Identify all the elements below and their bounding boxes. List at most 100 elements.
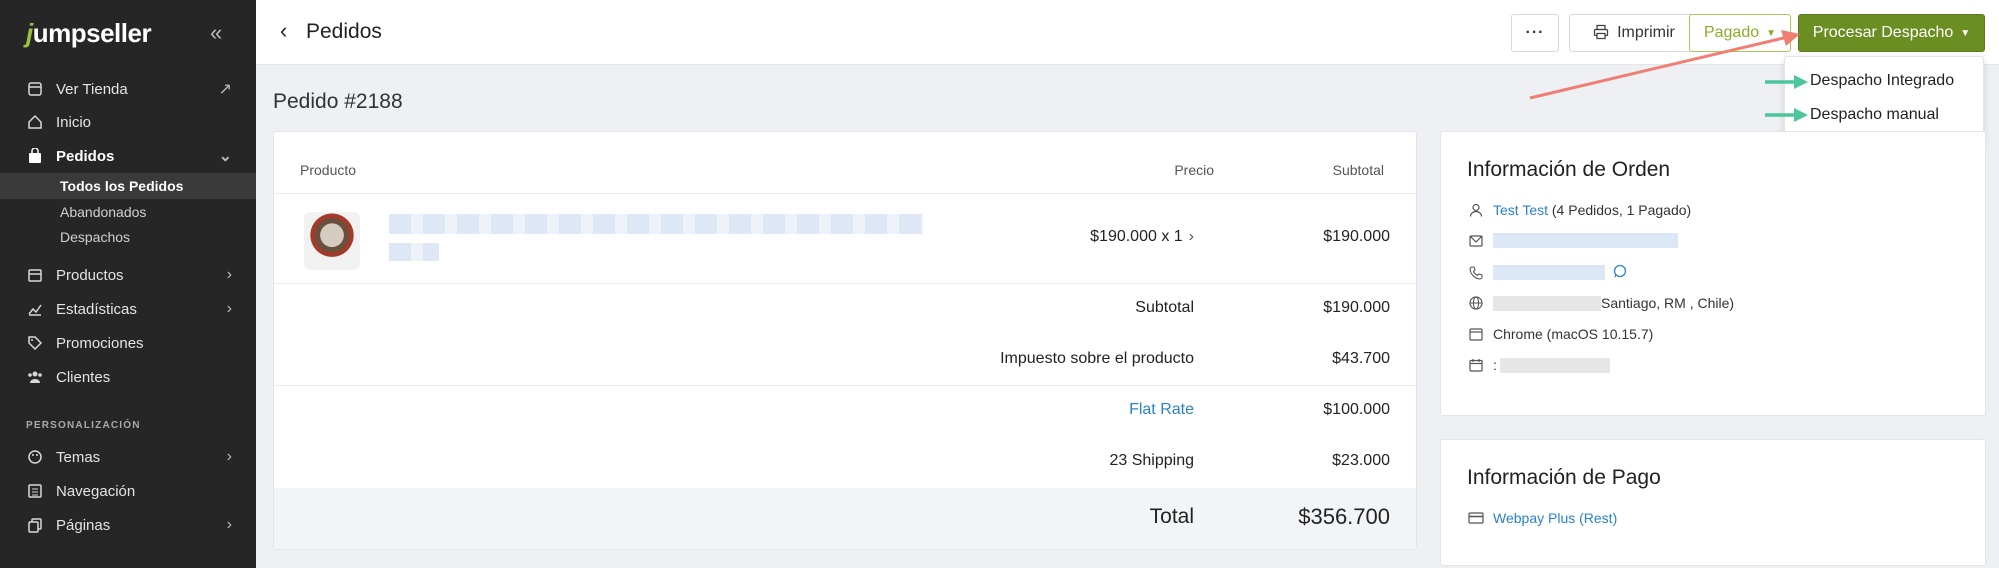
sidebar-item-inicio[interactable]: Inicio	[26, 108, 232, 136]
summary-value: $43.700	[1332, 350, 1390, 367]
summary-label: Impuesto sobre el producto	[1000, 350, 1194, 367]
more-options-button[interactable]: ···	[1511, 14, 1559, 52]
home-icon	[26, 113, 44, 131]
summary-value: $100.000	[1323, 401, 1390, 418]
sidebar-item-promociones[interactable]: Promociones	[26, 329, 232, 357]
payment-status-label: Pagado	[1703, 24, 1760, 41]
process-dispatch-button[interactable]: Procesar Despacho ▼	[1798, 14, 1985, 52]
tag-icon	[26, 334, 44, 352]
topbar: ‹ Pedidos ··· Imprimir Pagado ▼ Procesar …	[256, 0, 1999, 65]
product-thumbnail[interactable]	[304, 212, 360, 270]
chart-icon	[26, 300, 44, 318]
line-subtotal: $190.000	[1323, 228, 1390, 245]
page-header-title: Pedidos	[306, 20, 382, 43]
date-row: :	[1467, 357, 1610, 373]
redacted-date	[1499, 357, 1610, 373]
payment-info-title: Información de Pago	[1467, 466, 1661, 489]
chevron-down-icon: ⌄	[218, 148, 232, 165]
redacted-phone	[1493, 265, 1605, 280]
total-row: Total $356.700	[274, 488, 1416, 549]
sidebar-item-label: Promociones	[56, 334, 144, 352]
sidebar-subitem-todos-los-pedidos[interactable]: Todos los Pedidos	[60, 178, 183, 194]
phone-icon	[1467, 265, 1485, 280]
payment-method-row: Webpay Plus (Rest)	[1467, 510, 1617, 526]
sidebar-item-navegacion[interactable]: Navegación	[26, 477, 232, 505]
chevron-right-icon: ›	[226, 300, 232, 317]
sidebar-item-label: Ver Tienda	[56, 80, 128, 98]
location-row: Santiago, RM , Chile)	[1467, 295, 1734, 311]
sidebar-item-label: Productos	[56, 266, 124, 284]
sidebar-item-label: Pedidos	[56, 147, 115, 165]
payment-info-card: Información de Pago Webpay Plus (Rest)	[1440, 439, 1986, 566]
summary-label: Subtotal	[1135, 299, 1194, 316]
list-icon	[26, 482, 44, 500]
chevron-right-icon: ›	[226, 266, 232, 283]
redacted-product-name	[389, 214, 923, 234]
phone-row	[1467, 264, 1627, 281]
sidebar-item-ver-tienda[interactable]: Ver Tienda ↗	[26, 75, 232, 103]
sidebar-item-paginas[interactable]: Páginas ›	[26, 511, 232, 539]
email-row	[1467, 233, 1678, 248]
order-info-title: Información de Orden	[1467, 158, 1671, 181]
total-value: $356.700	[1298, 504, 1390, 529]
sidebar-subitem-abandonados[interactable]: Abandonados	[60, 204, 146, 220]
whatsapp-icon[interactable]	[1613, 264, 1627, 281]
caret-down-icon: ▼	[1960, 27, 1971, 39]
customer-name-link[interactable]: Test Test	[1493, 202, 1548, 218]
external-link-icon: ↗	[218, 81, 232, 98]
calendar-icon	[1467, 358, 1485, 372]
section-label-personalizacion: PERSONALIZACIÓN	[26, 420, 141, 431]
sidebar-item-label: Páginas	[56, 516, 111, 534]
jumpseller-logo[interactable]: jumpseller	[26, 18, 152, 49]
summary-value: $23.000	[1332, 452, 1390, 469]
order-title: Pedido #2188	[273, 90, 403, 113]
sidebar-item-productos[interactable]: Productos ›	[26, 261, 232, 289]
order-info-card: Información de Orden Test Test (4 Pedido…	[1440, 131, 1986, 416]
location-text: Santiago, RM , Chile)	[1601, 295, 1735, 311]
sidebar-item-label: Clientes	[56, 368, 111, 386]
browser-icon	[1467, 327, 1485, 341]
column-header-subtotal: Subtotal	[1332, 162, 1384, 178]
collapse-sidebar-icon[interactable]: «	[210, 20, 222, 46]
menu-item-despacho-integrado[interactable]: Despacho Integrado	[1810, 72, 1954, 90]
divider	[274, 193, 1416, 194]
sidebar-subitem-despachos[interactable]: Despachos	[60, 229, 130, 245]
sidebar-item-clientes[interactable]: Clientes	[26, 363, 232, 391]
redacted-ip	[1493, 295, 1601, 311]
summary-label: 23 Shipping	[1109, 452, 1194, 469]
back-arrow-icon[interactable]: ‹	[280, 18, 287, 44]
sidebar-item-pedidos[interactable]: Pedidos ⌄	[26, 142, 232, 170]
divider	[274, 385, 1416, 386]
pages-icon	[26, 516, 44, 534]
sidebar-item-temas[interactable]: Temas ›	[26, 443, 232, 471]
shipping-method-link[interactable]: Flat Rate	[834, 401, 1194, 419]
date-prefix: :	[1493, 357, 1497, 373]
line-price-quantity[interactable]: $190.000 x 1 ›	[1034, 228, 1194, 246]
process-dispatch-label: Procesar Despacho	[1812, 24, 1954, 41]
sidebar-item-label: Inicio	[56, 113, 92, 131]
customer-row: Test Test (4 Pedidos, 1 Pagado)	[1467, 202, 1691, 218]
box-icon	[26, 266, 44, 284]
print-button[interactable]: Imprimir	[1569, 14, 1699, 52]
globe-icon	[1467, 296, 1485, 310]
sidebar: jumpseller « Ver Tienda ↗ Inicio Pedidos…	[0, 0, 256, 568]
browser-text: Chrome (macOS 10.15.7)	[1493, 326, 1654, 342]
redacted-email	[1493, 233, 1678, 248]
credit-card-icon	[1467, 512, 1485, 524]
payment-status-dropdown[interactable]: Pagado ▼	[1689, 14, 1791, 52]
sidebar-item-estadisticas[interactable]: Estadísticas ›	[26, 295, 232, 323]
column-header-product: Producto	[300, 162, 357, 178]
column-header-price: Precio	[1174, 162, 1214, 178]
menu-item-despacho-manual[interactable]: Despacho manual	[1810, 106, 1939, 124]
mail-icon	[1467, 234, 1485, 247]
chevron-right-icon: ›	[226, 516, 232, 533]
user-icon	[1467, 203, 1485, 217]
payment-method-link[interactable]: Webpay Plus (Rest)	[1493, 510, 1617, 526]
total-label: Total	[1149, 505, 1194, 528]
redacted-product-variant	[389, 243, 439, 261]
store-icon	[26, 80, 44, 98]
divider	[274, 283, 1416, 284]
sidebar-item-label: Navegación	[56, 482, 136, 500]
bag-icon	[26, 147, 44, 165]
chevron-right-icon: ›	[1188, 228, 1194, 245]
